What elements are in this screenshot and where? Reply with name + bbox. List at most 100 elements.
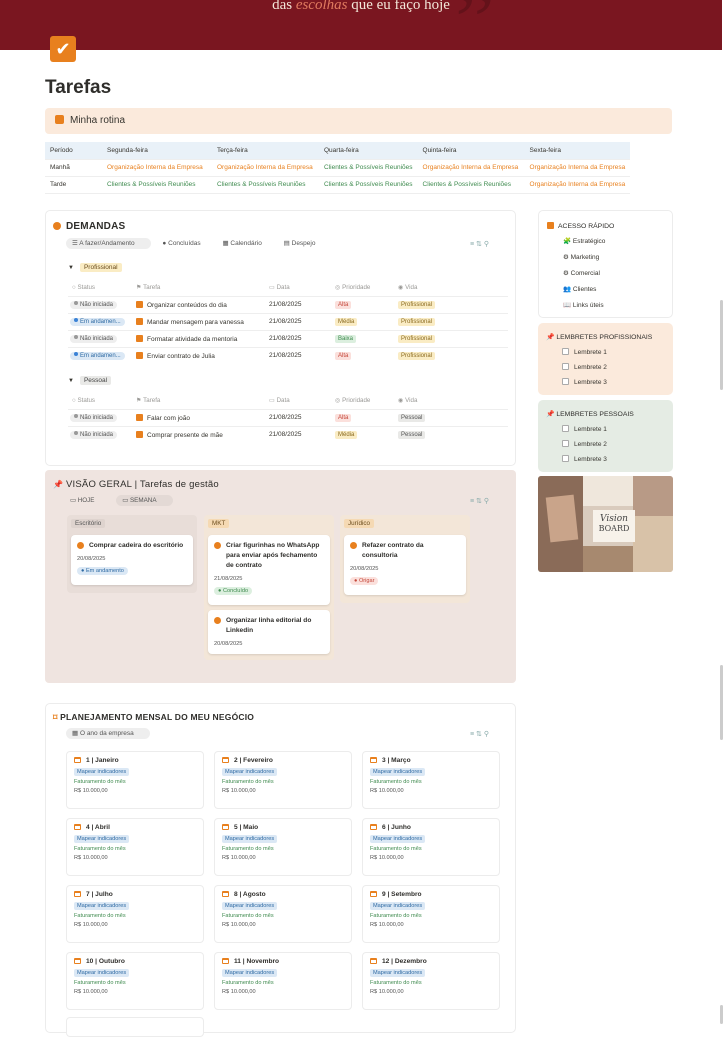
status-badge[interactable]: Não iniciada: [70, 431, 118, 439]
faturamento-label: Faturamento do mês: [370, 913, 422, 919]
table-header: Segunda-feira: [102, 142, 212, 160]
table-row[interactable]: Em andamen... Enviar contrato de Julia 21/…: [68, 347, 508, 364]
checkbox-icon: [136, 301, 143, 308]
lembrete-item[interactable]: Lembrete 3: [562, 378, 607, 386]
month-card[interactable]: 11 | Novembro Mapear indicadores Faturamen…: [214, 952, 352, 1010]
tab-a-fazer[interactable]: ☰ A fazer/Andamento: [66, 238, 151, 249]
month-card[interactable]: 10 | Outubro Mapear indicadores Faturament…: [66, 952, 204, 1010]
month-card[interactable]: 9 | Setembro Mapear indicadores Faturament…: [362, 885, 500, 943]
scrollbar[interactable]: [720, 665, 723, 740]
task-title[interactable]: Mandar mensagem para vanessa: [136, 318, 244, 326]
faturamento-label: Faturamento do mês: [222, 980, 274, 986]
pin-icon: 📌: [53, 480, 64, 489]
tab-despejo[interactable]: ▤ Despejo: [284, 240, 326, 247]
month-card[interactable]: 5 | Maio Mapear indicadores Faturamento do…: [214, 818, 352, 876]
kanban-card[interactable]: Refazer contrato da consultoria 20/08/20…: [344, 535, 466, 595]
tab-hoje[interactable]: ▭ HOJE: [70, 497, 105, 504]
cover-quote: das escolhas que eu faço hoje: [272, 0, 450, 13]
indicator-tag: Mapear indicadores: [370, 835, 426, 843]
table-row[interactable]: Não iniciada Comprar presente de mãe 21/08…: [68, 426, 508, 443]
kanban-card[interactable]: Comprar cadeira do escritório 20/08/2025…: [71, 535, 193, 585]
filter-icon[interactable]: ≡: [470, 498, 474, 505]
kanban-column-escritorio: Escritório Comprar cadeira do escritório…: [67, 515, 197, 593]
status-badge[interactable]: Em andamen...: [70, 318, 125, 326]
view-tools[interactable]: ≡ ⇅ ⚲: [470, 497, 489, 505]
search-icon[interactable]: ⚲: [484, 731, 489, 738]
indicator-tag: Mapear indicadores: [222, 969, 278, 977]
task-title[interactable]: Enviar contrato de Julia: [136, 352, 215, 360]
status-badge[interactable]: Não iniciada: [70, 414, 118, 422]
lembrete-item[interactable]: Lembrete 1: [562, 348, 607, 356]
month-card[interactable]: 6 | Junho Mapear indicadores Faturamento d…: [362, 818, 500, 876]
faturamento-value: R$ 10.000,00: [74, 989, 108, 995]
month-card[interactable]: 12 | Dezembro Mapear indicadores Faturamen…: [362, 952, 500, 1010]
month-card-partial[interactable]: [66, 1017, 204, 1037]
lembrete-item[interactable]: Lembrete 3: [562, 455, 607, 463]
filter-icon[interactable]: ≡: [470, 731, 474, 738]
table-header: Período: [45, 142, 102, 160]
faturamento-value: R$ 10.000,00: [74, 788, 108, 794]
table-row[interactable]: Não iniciada Organizar conteúdos do dia 21…: [68, 296, 508, 313]
lembrete-item[interactable]: Lembrete 2: [562, 363, 607, 371]
page-checkbox-icon[interactable]: ✔: [50, 36, 76, 62]
kanban-card[interactable]: Organizar linha editorial do Linkedin 20…: [208, 610, 330, 654]
link-estrategico[interactable]: 🧩 Estratégico: [563, 237, 605, 245]
month-card[interactable]: 8 | Agosto Mapear indicadores Faturamento …: [214, 885, 352, 943]
table-row[interactable]: Não iniciada Falar com joão 21/08/2025 Alta…: [68, 409, 508, 426]
table-row: Manhã Organização Interna da Empresa Org…: [45, 159, 631, 177]
toggle-icon[interactable]: ▼: [68, 265, 74, 271]
page-title: Tarefas: [45, 77, 112, 98]
view-tools[interactable]: ≡ ⇅ ⚲: [470, 240, 489, 248]
month-card[interactable]: 7 | Julho Mapear indicadores Faturamento d…: [66, 885, 204, 943]
month-card[interactable]: 1 | Janeiro Mapear indicadores Faturamento…: [66, 751, 204, 809]
vida-tag: Profissional: [398, 301, 436, 309]
tab-concluidas[interactable]: ● Concluídas: [162, 240, 210, 247]
indicator-tag: Mapear indicadores: [222, 835, 278, 843]
priority-tag: Alta: [335, 414, 352, 422]
group-pessoal[interactable]: ▼ Pessoal: [68, 376, 112, 385]
faturamento-value: R$ 10.000,00: [222, 788, 256, 794]
tab-ano-empresa[interactable]: ▦ O ano da empresa: [66, 728, 150, 739]
toggle-icon[interactable]: ▼: [68, 378, 74, 384]
task-title[interactable]: Organizar conteúdos do dia: [136, 301, 227, 309]
month-card[interactable]: 3 | Março Mapear indicadores Faturamento d…: [362, 751, 500, 809]
status-badge[interactable]: Em andamen...: [70, 352, 125, 360]
link-clientes[interactable]: 👥 Clientes: [563, 285, 596, 293]
link-comercial[interactable]: ⚙ Comercial: [563, 269, 600, 277]
tab-calendario[interactable]: ▦ Calendário: [222, 240, 271, 247]
table-row[interactable]: Em andamen... Mandar mensagem para vaness…: [68, 313, 508, 330]
lembrete-item[interactable]: Lembrete 2: [562, 440, 607, 448]
month-card[interactable]: 4 | Abril Mapear indicadores Faturamento d…: [66, 818, 204, 876]
tab-semana[interactable]: ▭ SEMANA: [116, 495, 173, 506]
calendar-icon: [222, 757, 229, 763]
calendar-icon: [370, 891, 377, 897]
scrollbar[interactable]: [720, 1005, 723, 1024]
task-title[interactable]: Comprar presente de mãe: [136, 431, 223, 439]
table-row[interactable]: Não iniciada Formatar atividade da mentor…: [68, 330, 508, 347]
status-badge[interactable]: Não iniciada: [70, 301, 118, 309]
month-card[interactable]: 2 | Fevereiro Mapear indicadores Faturamen…: [214, 751, 352, 809]
indicator-tag: Mapear indicadores: [370, 768, 426, 776]
scrollbar[interactable]: [720, 300, 723, 390]
status-badge[interactable]: Não iniciada: [70, 335, 118, 343]
search-icon[interactable]: ⚲: [484, 241, 489, 248]
kanban-card[interactable]: Criar figurinhas no WhatsApp para enviar…: [208, 535, 330, 605]
rotina-callout: Minha rotina: [45, 108, 672, 134]
task-title[interactable]: Falar com joão: [136, 414, 190, 422]
link-links-uteis[interactable]: 📖 Links úteis: [563, 301, 604, 309]
calendar-icon: [222, 891, 229, 897]
indicator-tag: Mapear indicadores: [74, 835, 130, 843]
group-profissional[interactable]: ▼ Profissional: [68, 263, 122, 272]
task-title[interactable]: Formatar atividade da mentoria: [136, 335, 237, 343]
faturamento-label: Faturamento do mês: [370, 779, 422, 785]
vida-tag: Pessoal: [398, 431, 426, 439]
view-tools[interactable]: ≡ ⇅ ⚲: [470, 730, 489, 738]
quote-mark-decoration: ”: [455, 0, 495, 50]
planejamento-tabs: ▦ O ano da empresa: [66, 728, 160, 739]
filter-icon[interactable]: ≡: [470, 241, 474, 248]
lembrete-item[interactable]: Lembrete 1: [562, 425, 607, 433]
lembretes-profissionais-panel: 📌 LEMBRETES PROFISSIONAIS Lembrete 1 Lem…: [538, 323, 673, 395]
link-marketing[interactable]: ⚙ Marketing: [563, 253, 599, 261]
search-icon[interactable]: ⚲: [484, 498, 489, 505]
vida-tag: Pessoal: [398, 414, 426, 422]
